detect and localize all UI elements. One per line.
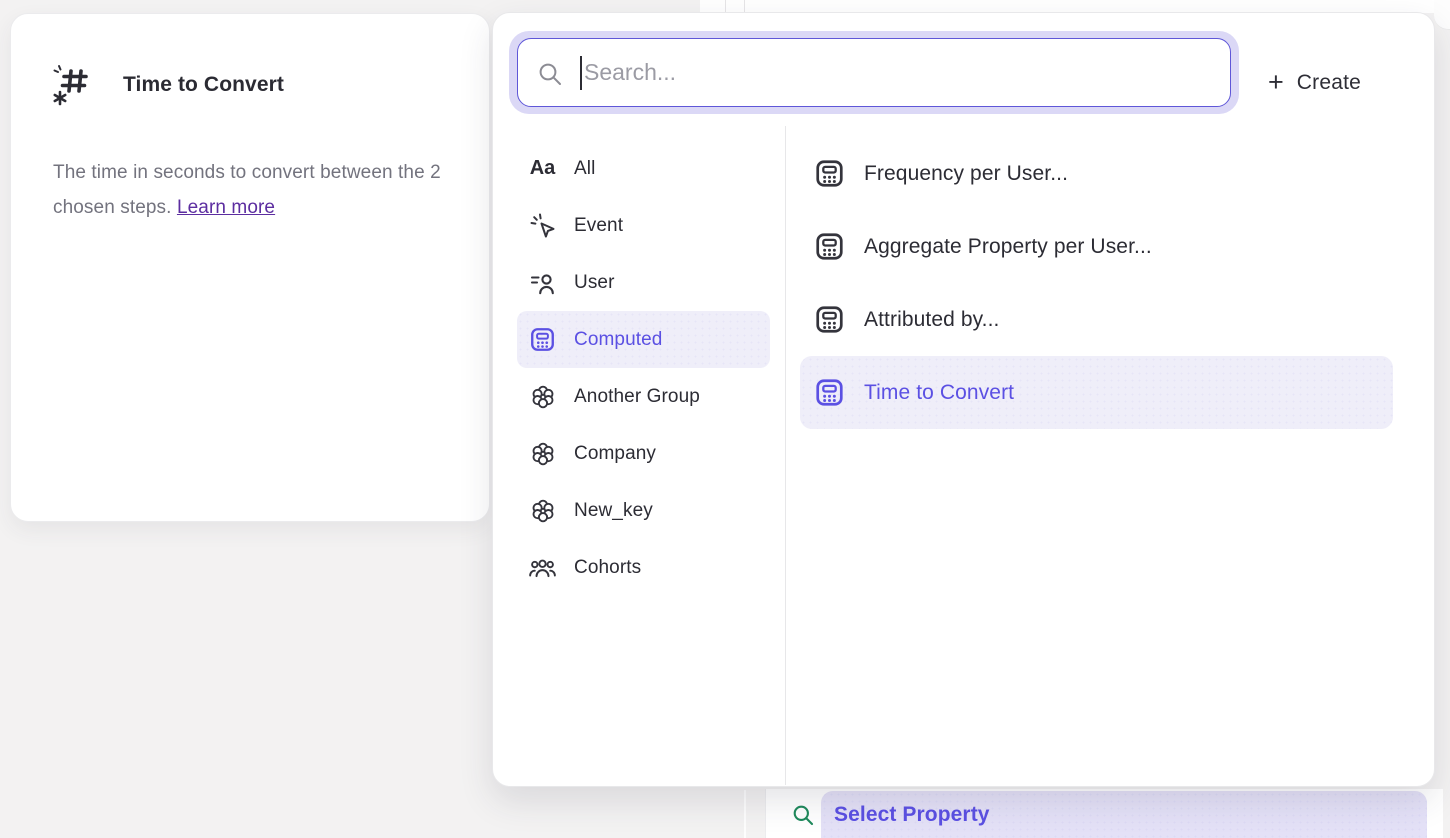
category-computed[interactable]: Computed xyxy=(517,311,770,368)
group-cluster-icon xyxy=(529,440,556,467)
item-attributed-by[interactable]: Attributed by... xyxy=(800,283,1393,356)
calculator-icon xyxy=(529,326,556,353)
background-panel-edge xyxy=(744,790,746,838)
property-item-list: Frequency per User... Aggregate Property… xyxy=(800,137,1393,429)
calculator-icon xyxy=(814,231,845,262)
cohort-people-icon xyxy=(529,554,556,581)
group-cluster-icon xyxy=(529,383,556,410)
calculator-icon xyxy=(814,304,845,335)
category-company[interactable]: Company xyxy=(517,425,770,482)
cursor-click-icon xyxy=(529,212,556,239)
create-button[interactable]: + Create xyxy=(1268,65,1361,101)
user-list-icon xyxy=(529,269,556,296)
item-aggregate-property-per-user[interactable]: Aggregate Property per User... xyxy=(800,210,1393,283)
category-all[interactable]: Aa All xyxy=(517,140,770,197)
select-property-label: Select Property xyxy=(834,803,990,827)
property-tooltip-card: Time to Convert The time in seconds to c… xyxy=(10,13,490,522)
item-frequency-per-user[interactable]: Frequency per User... xyxy=(800,137,1393,210)
background-panel-corner xyxy=(1434,0,1450,30)
group-cluster-icon xyxy=(529,497,556,524)
screen: Select Property xyxy=(0,0,1450,838)
category-list: Aa All Event xyxy=(517,140,770,596)
text-format-icon: Aa xyxy=(529,155,556,182)
category-user[interactable]: User xyxy=(517,254,770,311)
category-another-group[interactable]: Another Group xyxy=(517,368,770,425)
item-time-to-convert[interactable]: Time to Convert xyxy=(800,356,1393,429)
select-property-row[interactable]: Select Property xyxy=(821,791,1427,838)
category-event[interactable]: Event xyxy=(517,197,770,254)
calculator-icon xyxy=(814,377,845,408)
column-divider xyxy=(785,126,786,785)
magnifier-icon-green xyxy=(791,803,815,827)
hash-sparkle-icon xyxy=(51,62,97,108)
search-input[interactable] xyxy=(518,39,1230,106)
category-cohorts[interactable]: Cohorts xyxy=(517,539,770,596)
tooltip-description: The time in seconds to convert between t… xyxy=(53,155,445,225)
tooltip-title: Time to Convert xyxy=(123,73,284,97)
category-new-key[interactable]: New_key xyxy=(517,482,770,539)
learn-more-link[interactable]: Learn more xyxy=(177,197,275,218)
property-picker-popover: + Create Aa All xyxy=(492,12,1435,787)
search-box xyxy=(517,38,1231,107)
calculator-icon xyxy=(814,158,845,189)
plus-icon: + xyxy=(1268,69,1284,96)
